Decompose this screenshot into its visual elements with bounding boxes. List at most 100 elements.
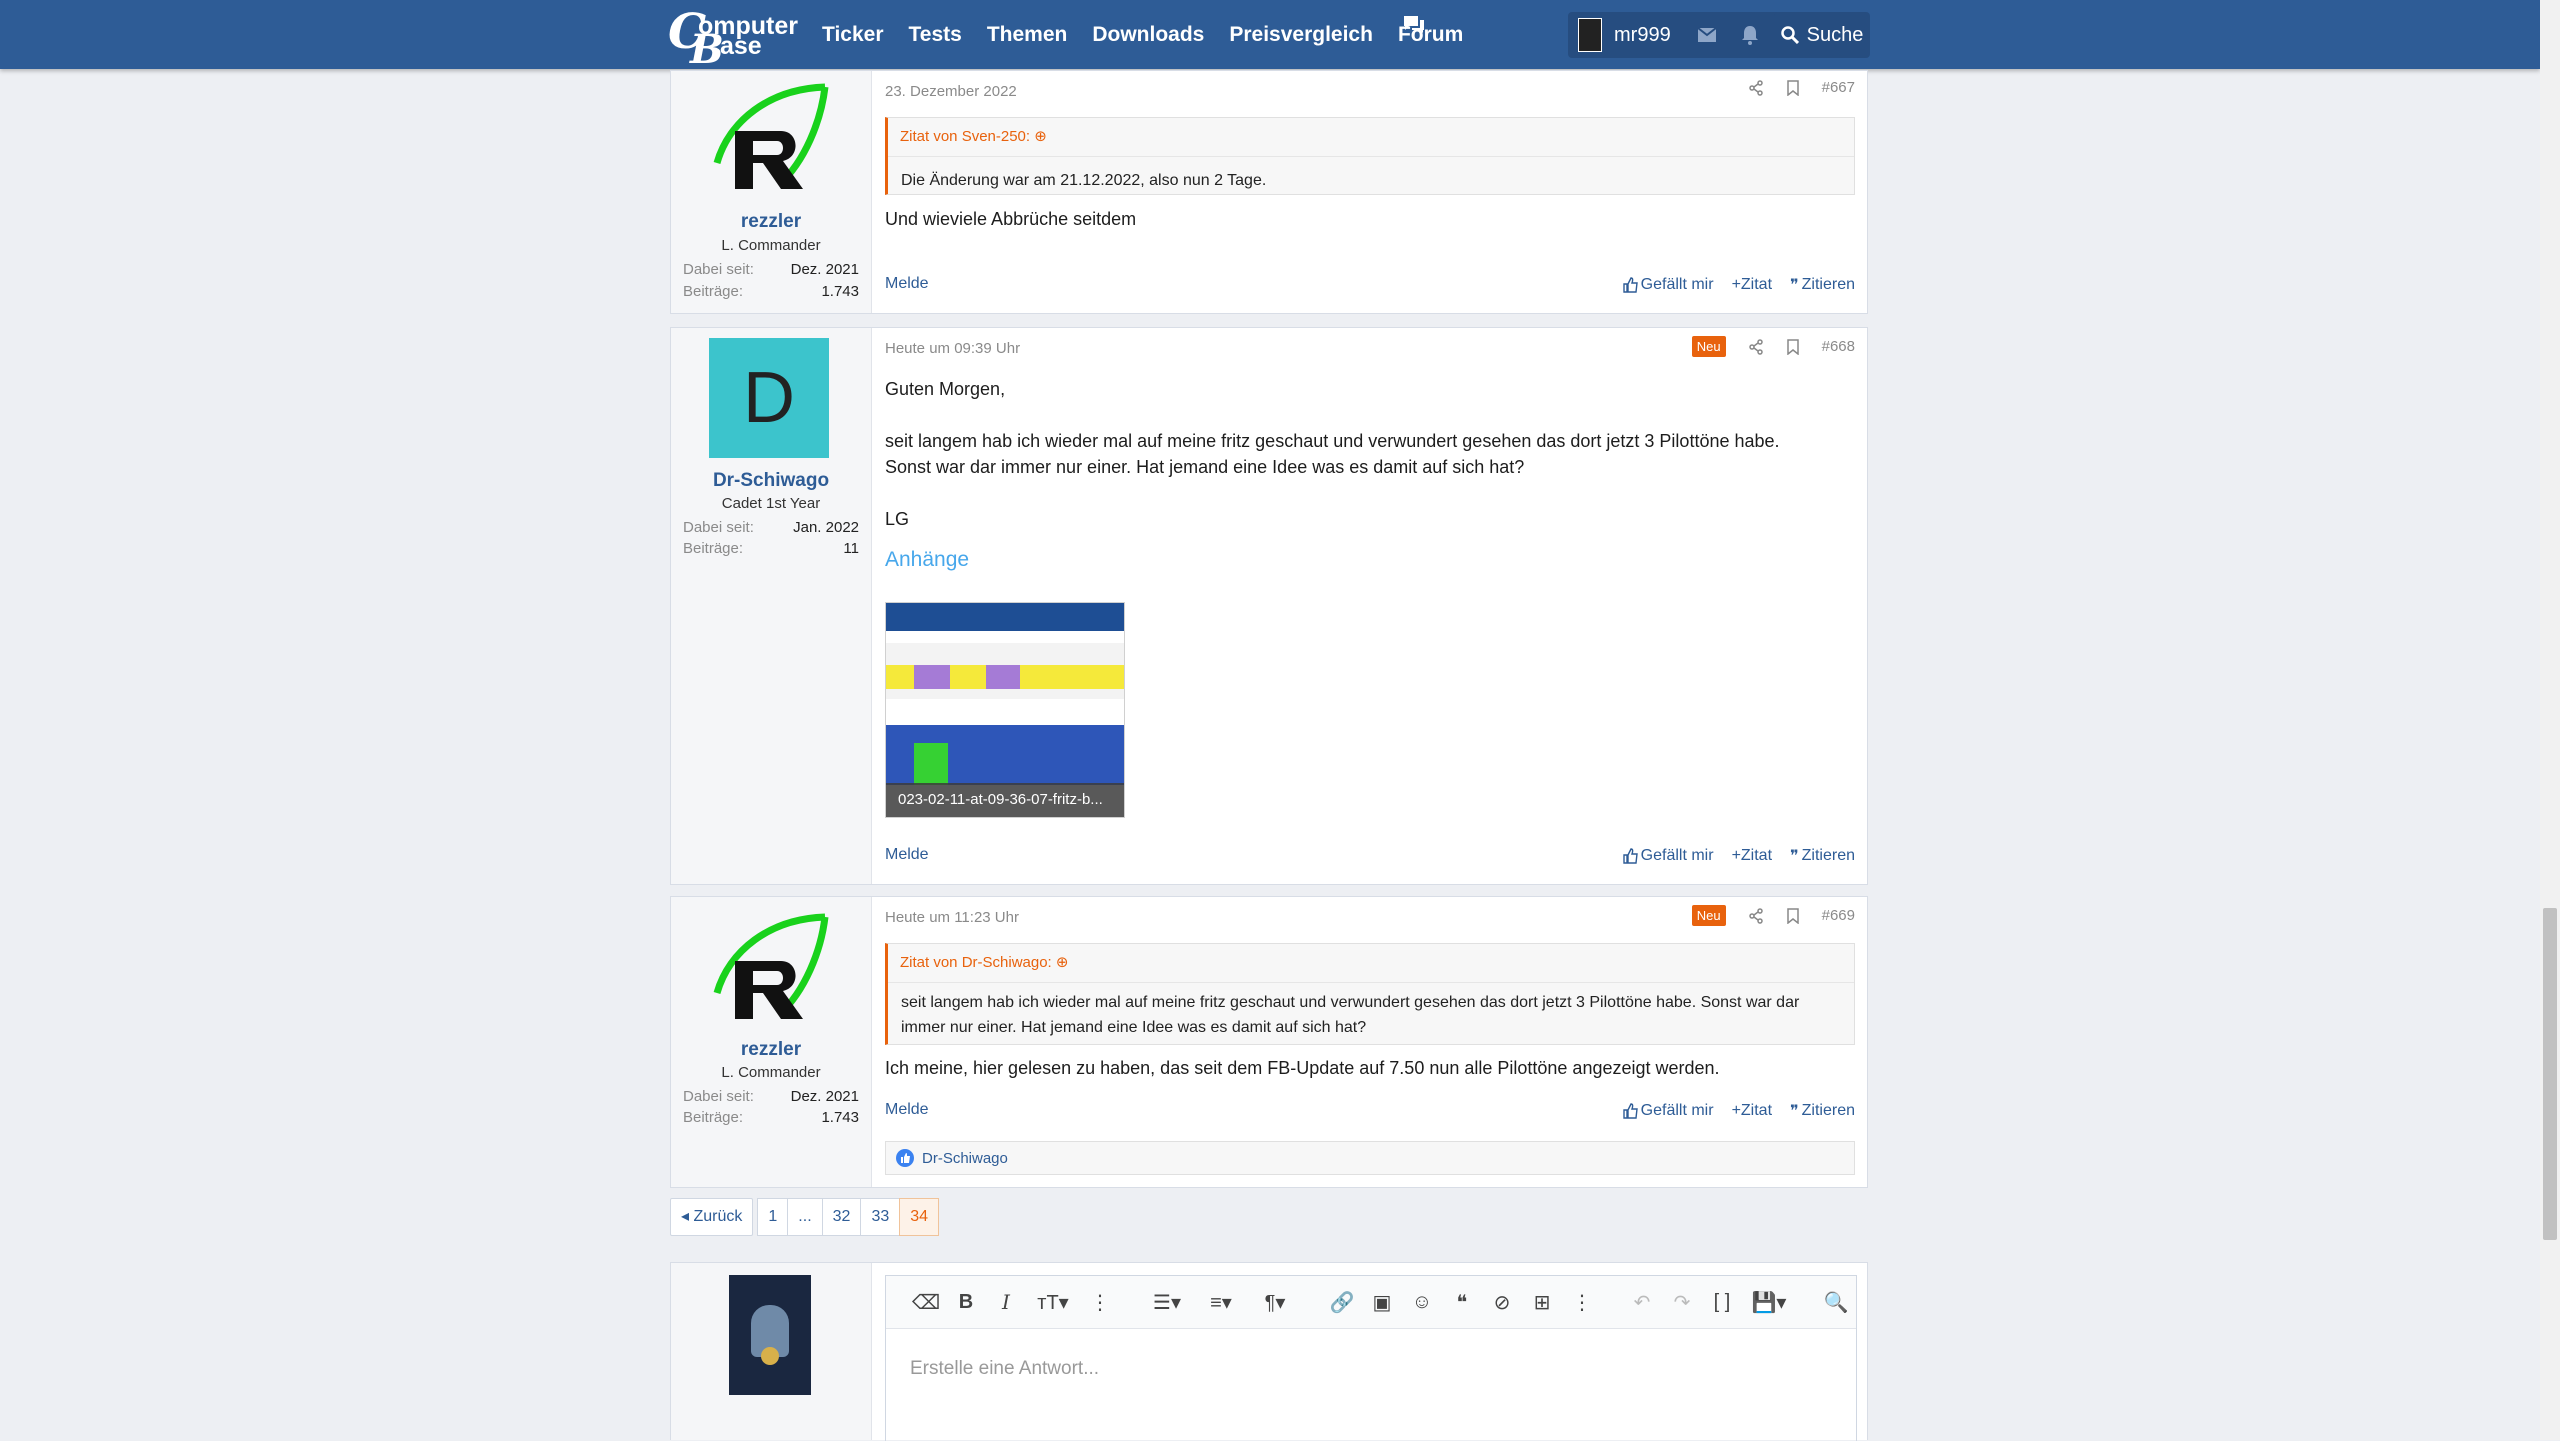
drafts-icon[interactable]: 💾▾: [1742, 1282, 1796, 1322]
list-icon[interactable]: ☰▾: [1140, 1282, 1194, 1322]
paragraph-icon[interactable]: ¶▾: [1248, 1282, 1302, 1322]
page-32[interactable]: 32: [821, 1198, 862, 1236]
reaction-user[interactable]: Dr-Schiwago: [922, 1150, 1008, 1167]
quote-button[interactable]: ❞ Zitieren: [1790, 1101, 1855, 1121]
post-header: Heute um 11:23 Uhr Neu #669: [885, 905, 1855, 929]
dr-schiwago-avatar[interactable]: D: [709, 338, 829, 458]
page-33[interactable]: 33: [860, 1198, 901, 1236]
computerbase-logo[interactable]: C omputer B ase: [668, 6, 808, 73]
like-button[interactable]: Gefällt mir: [1622, 846, 1714, 866]
nav-preisvergleich[interactable]: Preisvergleich: [1229, 23, 1373, 47]
quote-icon: ❞: [1790, 848, 1799, 865]
undo-icon[interactable]: ↶: [1622, 1282, 1662, 1322]
post-footer: Melde Gefällt mir +Zitat ❞ Zitieren: [885, 275, 1855, 297]
multiquote-button[interactable]: +Zitat: [1732, 846, 1772, 866]
post-number[interactable]: #669: [1822, 907, 1855, 924]
bookmark-icon[interactable]: [1786, 907, 1800, 924]
image-icon[interactable]: ▣: [1362, 1282, 1402, 1322]
bookmark-icon[interactable]: [1786, 79, 1800, 96]
more-options-icon[interactable]: ⋮: [1080, 1282, 1120, 1322]
rezzler-avatar[interactable]: [709, 81, 833, 193]
post-668: D Dr-Schiwago Cadet 1st Year Dabei seit:…: [670, 327, 1868, 885]
like-button[interactable]: Gefällt mir: [1622, 275, 1714, 295]
nav-ticker[interactable]: Ticker: [822, 23, 884, 47]
author-name[interactable]: rezzler: [671, 1039, 871, 1061]
chat-icon[interactable]: [1402, 14, 1426, 36]
page-1[interactable]: 1: [757, 1198, 789, 1236]
user-cell: rezzler L. Commander Dabei seit: Dez. 202…: [671, 71, 872, 313]
emoji-icon[interactable]: ☺: [1402, 1282, 1442, 1322]
post-number[interactable]: #667: [1822, 79, 1855, 96]
attachment-caption: 023-02-11-at-09-36-07-fritz-b...: [886, 783, 1124, 817]
share-icon[interactable]: [1748, 338, 1764, 355]
user-cell: rezzler L. Commander Dabei seit: Dez. 202…: [671, 897, 872, 1187]
post-footer: Melde Gefällt mir +Zitat ❞ Zitieren: [885, 846, 1855, 868]
post-669: rezzler L. Commander Dabei seit: Dez. 202…: [670, 896, 1868, 1188]
post-date[interactable]: 23. Dezember 2022: [885, 83, 1017, 100]
mail-icon[interactable]: [1697, 27, 1717, 43]
preview-icon[interactable]: 🔍: [1816, 1282, 1856, 1322]
site-header: C omputer B ase Ticker Tests Themen Down…: [0, 0, 2540, 73]
post-number[interactable]: #668: [1822, 338, 1855, 355]
post-body-line: seit langem hab ich wieder mal auf meine…: [885, 431, 1780, 451]
reply-box: ⌫ B I тT▾ ⋮ ☰▾ ≡▾ ¶▾ 🔗 ▣ ☺ ❝ ⊘ ⊞ ⋮ ↶ ↷ […: [670, 1262, 1868, 1441]
table-icon[interactable]: ⊞: [1522, 1282, 1562, 1322]
bell-icon[interactable]: [1741, 25, 1759, 45]
spoiler-icon[interactable]: ⊘: [1482, 1282, 1522, 1322]
bbcode-toggle-icon[interactable]: [ ]: [1702, 1282, 1742, 1322]
rezzler-avatar[interactable]: [709, 911, 833, 1023]
more-insert-icon[interactable]: ⋮: [1562, 1282, 1602, 1322]
thumbs-up-icon: [1622, 277, 1638, 293]
bold-icon[interactable]: B: [946, 1282, 986, 1322]
nav-themen[interactable]: Themen: [987, 23, 1068, 47]
bookmark-icon[interactable]: [1786, 338, 1800, 355]
post-footer: Melde Gefällt mir +Zitat ❞ Zitieren: [885, 1101, 1855, 1123]
user-avatar: [1578, 18, 1602, 52]
quote-button[interactable]: ❞ Zitieren: [1790, 846, 1855, 866]
quote-icon[interactable]: ❝: [1442, 1282, 1482, 1322]
quote-text: immer nur einer. Hat jemand eine Idee wa…: [901, 1019, 1367, 1036]
quote-jump-icon: ⊕: [1034, 128, 1047, 145]
redo-icon[interactable]: ↷: [1662, 1282, 1702, 1322]
link-icon[interactable]: 🔗: [1322, 1282, 1362, 1322]
username: mr999: [1614, 23, 1671, 46]
align-icon[interactable]: ≡▾: [1194, 1282, 1248, 1322]
author-name[interactable]: rezzler: [671, 211, 871, 233]
stat-joined: Dabei seit: Dez. 2021: [683, 1088, 859, 1105]
stat-joined: Dabei seit: Jan. 2022: [683, 519, 859, 536]
quote-button[interactable]: ❞ Zitieren: [1790, 275, 1855, 295]
thumbs-up-icon: [1622, 848, 1638, 864]
page-34-current[interactable]: 34: [899, 1198, 940, 1236]
like-button[interactable]: Gefällt mir: [1622, 1101, 1714, 1121]
post-date[interactable]: Heute um 11:23 Uhr: [885, 909, 1019, 926]
editor-toolbar: ⌫ B I тT▾ ⋮ ☰▾ ≡▾ ¶▾ 🔗 ▣ ☺ ❝ ⊘ ⊞ ⋮ ↶ ↷ […: [886, 1276, 1856, 1329]
italic-icon[interactable]: I: [986, 1282, 1026, 1322]
quote-header[interactable]: Zitat von Sven-250: ⊕: [900, 127, 1047, 145]
quote-header[interactable]: Zitat von Dr-Schiwago: ⊕: [900, 953, 1068, 971]
report-link[interactable]: Melde: [885, 275, 929, 293]
stat-posts: Beiträge: 1.743: [683, 283, 859, 300]
main-nav: Ticker Tests Themen Downloads Preisvergl…: [822, 0, 1488, 69]
nav-downloads[interactable]: Downloads: [1092, 23, 1204, 47]
multiquote-button[interactable]: +Zitat: [1732, 1101, 1772, 1121]
reactions-bar[interactable]: Dr-Schiwago: [885, 1141, 1855, 1175]
clear-format-icon[interactable]: ⌫: [906, 1282, 946, 1322]
nav-tests[interactable]: Tests: [909, 23, 962, 47]
text-size-icon[interactable]: тT▾: [1026, 1282, 1080, 1322]
new-badge: Neu: [1691, 905, 1726, 926]
multiquote-button[interactable]: +Zitat: [1732, 275, 1772, 295]
scrollbar-thumb[interactable]: [2543, 908, 2557, 1240]
author-name[interactable]: Dr-Schiwago: [671, 470, 871, 492]
search-icon: [1780, 26, 1799, 44]
share-icon[interactable]: [1748, 907, 1764, 924]
attachment-thumbnail[interactable]: 023-02-11-at-09-36-07-fritz-b...: [885, 602, 1125, 818]
page-ellipsis[interactable]: ...: [787, 1198, 823, 1236]
prev-page-button[interactable]: ◂ Zurück: [670, 1198, 754, 1236]
post-date[interactable]: Heute um 09:39 Uhr: [885, 340, 1020, 357]
search-button[interactable]: Suche: [1774, 12, 1870, 58]
rich-text-editor[interactable]: ⌫ B I тT▾ ⋮ ☰▾ ≡▾ ¶▾ 🔗 ▣ ☺ ❝ ⊘ ⊞ ⋮ ↶ ↷ […: [885, 1275, 1857, 1441]
share-icon[interactable]: [1748, 79, 1764, 96]
report-link[interactable]: Melde: [885, 846, 929, 864]
report-link[interactable]: Melde: [885, 1101, 929, 1119]
user-title: L. Commander: [721, 237, 821, 254]
